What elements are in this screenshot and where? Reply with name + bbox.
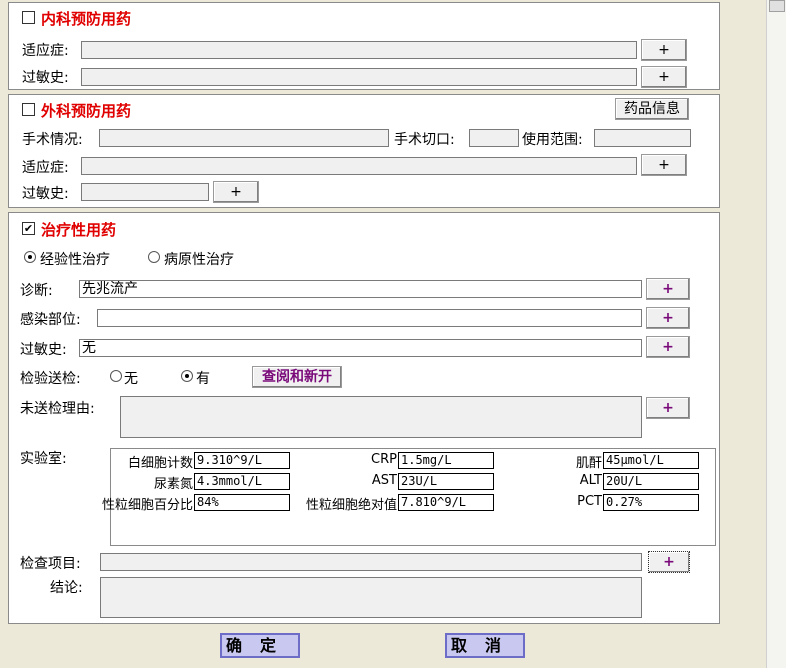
- view-new-button[interactable]: 查阅和新开: [252, 366, 342, 388]
- lab-name: 白细胞计数: [127, 456, 193, 471]
- surgery-label: 手术情况:: [22, 132, 83, 148]
- lab-value-field[interactable]: 7.810^9/L: [398, 494, 494, 511]
- diagnosis-label: 诊断:: [20, 283, 53, 299]
- not-sent-reason-label: 未送检理由:: [20, 401, 95, 417]
- surgical-indication-label: 适应症:: [22, 160, 69, 176]
- internal-allergy-add-button[interactable]: +: [641, 66, 687, 88]
- drug-info-button[interactable]: 药品信息: [615, 98, 689, 120]
- allergy-add-button[interactable]: +: [646, 336, 690, 358]
- lab-name: 肌酐: [575, 456, 602, 471]
- test-yes-radio[interactable]: [181, 370, 193, 382]
- internal-allergy-field[interactable]: [81, 68, 637, 86]
- diagnosis-field[interactable]: 先兆流产: [79, 280, 642, 298]
- internal-indication-label: 适应症:: [22, 43, 69, 59]
- lab-name: CRP: [371, 452, 397, 467]
- lab-name: AST: [371, 473, 397, 488]
- allergy-field[interactable]: 无: [79, 339, 642, 357]
- conclusion-label: 结论:: [50, 580, 83, 596]
- lab-name: PCT: [577, 494, 602, 509]
- surgical-prophylaxis-title: 外科预防用药: [41, 102, 132, 120]
- infection-site-add-button[interactable]: +: [646, 307, 690, 329]
- lab-name: 性粒细胞绝对值: [305, 498, 397, 513]
- infection-site-label: 感染部位:: [20, 312, 81, 328]
- lab-name: 尿素氮: [153, 477, 193, 492]
- lab-value-field[interactable]: 45μmol/L: [603, 452, 699, 469]
- lab-value-field[interactable]: 23U/L: [398, 473, 494, 490]
- infection-site-field[interactable]: [97, 309, 642, 327]
- ok-button[interactable]: 确定: [220, 633, 300, 658]
- surgical-allergy-field[interactable]: [81, 183, 209, 201]
- test-no-radio[interactable]: [110, 370, 122, 382]
- empirical-radio[interactable]: [24, 251, 36, 263]
- vertical-scrollbar[interactable]: [766, 0, 786, 668]
- allergy-label: 过敏史:: [20, 342, 67, 358]
- surgical-prophylaxis-checkbox[interactable]: [22, 103, 35, 116]
- lab-value-field[interactable]: 0.27%: [603, 494, 699, 511]
- not-sent-reason-field[interactable]: [120, 396, 642, 438]
- internal-prophylaxis-panel: 内科预防用药 适应症: + 过敏史: +: [8, 2, 720, 90]
- surgical-allergy-label: 过敏史:: [22, 186, 69, 202]
- scrollbar-thumb[interactable]: [769, 0, 785, 12]
- diagnosis-add-button[interactable]: +: [646, 278, 690, 300]
- lab-name: ALT: [579, 473, 602, 488]
- not-sent-reason-add-button[interactable]: +: [646, 397, 690, 419]
- lab-value-field[interactable]: 4.3mmol/L: [194, 473, 290, 490]
- surgical-indication-field[interactable]: [81, 157, 637, 175]
- internal-prophylaxis-title: 内科预防用药: [41, 10, 132, 28]
- exam-items-field[interactable]: [100, 553, 642, 571]
- lab-label: 实验室:: [20, 451, 67, 467]
- incision-field[interactable]: [469, 129, 519, 147]
- lab-results-box: 白细胞计数 9.310^9/L CRP 1.5mg/L 肌酐 45μmol/L …: [102, 448, 716, 546]
- lab-value-field[interactable]: 20U/L: [603, 473, 699, 490]
- surgical-allergy-add-button[interactable]: +: [213, 181, 259, 203]
- surgical-prophylaxis-panel: 外科预防用药 药品信息 手术情况: 手术切口: 使用范围: 适应症: + 过敏史…: [8, 94, 720, 208]
- test-no-label: 无: [124, 371, 138, 387]
- internal-indication-field[interactable]: [81, 41, 637, 59]
- cancel-button[interactable]: 取消: [445, 633, 525, 658]
- scope-label: 使用范围:: [522, 132, 583, 148]
- left-edge: [0, 0, 8, 668]
- incision-label: 手术切口:: [394, 132, 455, 148]
- conclusion-field[interactable]: [100, 577, 642, 618]
- lab-value-field[interactable]: 84%: [194, 494, 290, 511]
- therapeutic-title: 治疗性用药: [41, 221, 117, 239]
- internal-prophylaxis-checkbox[interactable]: [22, 11, 35, 24]
- test-label: 检验送检:: [20, 371, 81, 387]
- lab-value-field[interactable]: 1.5mg/L: [398, 452, 494, 469]
- pathogen-label: 病原性治疗: [164, 252, 234, 268]
- lab-name: 性粒细胞百分比: [101, 498, 193, 513]
- internal-indication-add-button[interactable]: +: [641, 39, 687, 61]
- surgical-indication-add-button[interactable]: +: [641, 154, 687, 176]
- lab-value-field[interactable]: 9.310^9/L: [194, 452, 290, 469]
- surgery-field[interactable]: [99, 129, 389, 147]
- exam-items-label: 检查项目:: [20, 556, 81, 572]
- therapeutic-panel: ✔ 治疗性用药 经验性治疗 病原性治疗 诊断: 先兆流产 + 感染部位: + 过…: [8, 212, 720, 624]
- internal-allergy-label: 过敏史:: [22, 70, 69, 86]
- scope-field[interactable]: [594, 129, 691, 147]
- exam-items-add-button[interactable]: +: [648, 551, 690, 573]
- therapeutic-checkbox[interactable]: ✔: [22, 222, 35, 235]
- pathogen-radio[interactable]: [148, 251, 160, 263]
- test-yes-label: 有: [196, 371, 210, 387]
- empirical-label: 经验性治疗: [40, 252, 110, 268]
